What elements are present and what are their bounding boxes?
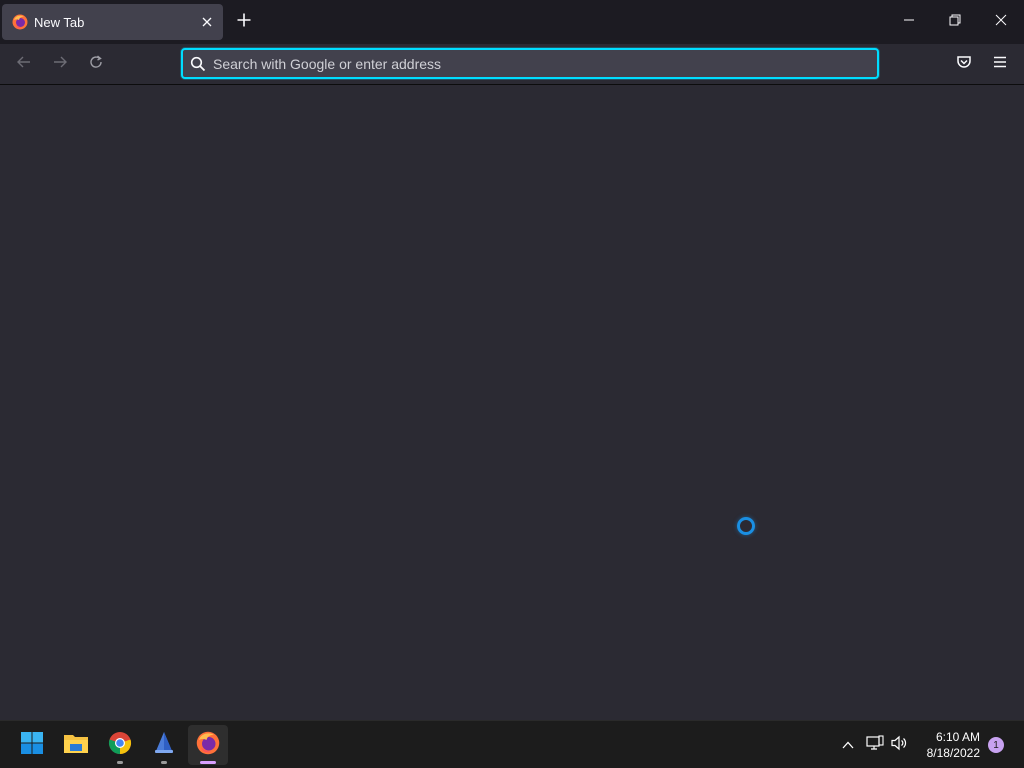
app-taskbar-button[interactable]	[144, 725, 184, 765]
plus-icon	[237, 13, 251, 32]
tab-new-tab[interactable]: New Tab	[2, 4, 223, 40]
active-indicator	[200, 761, 216, 764]
page-content	[0, 86, 1024, 720]
address-bar[interactable]	[181, 48, 879, 79]
back-button[interactable]	[10, 52, 38, 76]
network-icon	[866, 734, 884, 756]
folder-icon	[63, 732, 89, 759]
blue-app-icon	[153, 731, 175, 760]
reload-button[interactable]	[82, 52, 110, 76]
speaker-icon	[891, 735, 909, 756]
firefox-icon	[196, 731, 220, 760]
minimize-button[interactable]	[886, 0, 932, 44]
chrome-icon	[108, 731, 132, 760]
close-window-button[interactable]	[978, 0, 1024, 44]
clock[interactable]: 6:10 AM 8/18/2022	[918, 729, 980, 761]
close-icon	[995, 13, 1007, 31]
tab-close-icon[interactable]	[199, 14, 215, 30]
address-input[interactable]	[213, 50, 863, 77]
notification-badge[interactable]: 1	[988, 737, 1004, 753]
start-button[interactable]	[12, 725, 52, 765]
restore-icon	[949, 13, 961, 31]
tab-title: New Tab	[34, 15, 85, 30]
hamburger-menu-icon	[992, 54, 1008, 75]
network-button[interactable]	[864, 733, 886, 757]
show-hidden-icons-button[interactable]	[837, 733, 859, 757]
clock-date: 8/18/2022	[926, 746, 980, 760]
forward-button[interactable]	[46, 52, 74, 76]
windows-start-icon	[20, 731, 44, 760]
search-icon	[190, 56, 206, 72]
tab-strip: New Tab	[0, 0, 1024, 44]
chrome-taskbar-button[interactable]	[100, 725, 140, 765]
running-indicator	[117, 761, 123, 764]
app-menu-button[interactable]	[986, 52, 1014, 76]
firefox-icon	[12, 14, 28, 30]
pocket-icon	[956, 54, 972, 75]
reload-icon	[88, 54, 104, 75]
new-tab-button[interactable]	[232, 10, 256, 34]
firefox-taskbar-button[interactable]	[188, 725, 228, 765]
back-arrow-icon	[16, 54, 32, 75]
navigation-toolbar	[0, 44, 1024, 85]
minimize-icon	[903, 13, 915, 31]
file-explorer-button[interactable]	[56, 725, 96, 765]
restore-button[interactable]	[932, 0, 978, 44]
running-indicator	[161, 761, 167, 764]
volume-button[interactable]	[889, 733, 911, 757]
loading-spinner-icon	[737, 517, 755, 535]
clock-time: 6:10 AM	[935, 730, 980, 744]
pocket-button[interactable]	[950, 52, 978, 76]
taskbar: 6:10 AM 8/18/2022 1	[0, 720, 1024, 768]
chevron-up-icon	[842, 736, 854, 754]
forward-arrow-icon	[52, 54, 68, 75]
